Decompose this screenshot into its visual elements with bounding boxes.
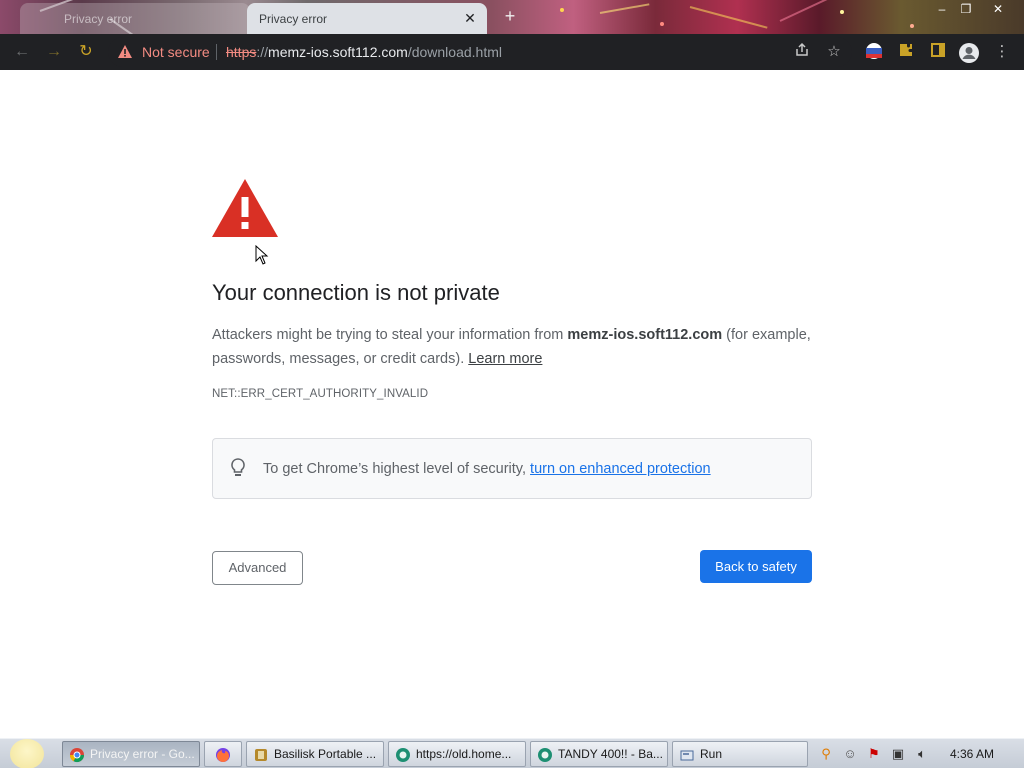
window-close-icon[interactable]: ✕ <box>986 2 1010 16</box>
warning-icon[interactable] <box>118 45 132 58</box>
warning-icon <box>212 179 278 237</box>
browser-icon <box>396 748 410 762</box>
share-icon[interactable] <box>792 42 812 62</box>
taskbar-item-chrome[interactable]: Privacy error - Go... <box>62 741 200 767</box>
screen: Privacy error Privacy error ✕ + – ❐ ✕ ← … <box>0 0 1024 768</box>
network-icon[interactable]: ▣ <box>890 746 906 762</box>
error-code[interactable]: NET::ERR_CERT_AUTHORITY_INVALID <box>212 388 428 400</box>
taskbar-item-label: https://old.home... <box>416 747 512 761</box>
interstitial-page: Your connection is not private Attackers… <box>0 70 1024 738</box>
smiley-start-icon <box>10 739 44 768</box>
security-tip: To get Chrome’s highest level of securit… <box>263 461 711 477</box>
desc-text-start: Attackers might be trying to steal your … <box>212 327 568 343</box>
page-title: Your connection is not private <box>212 280 500 305</box>
enhanced-protection-box: To get Chrome’s highest level of securit… <box>212 438 812 499</box>
taskbar-item-label: TANDY 400!! - Ba... <box>558 747 663 761</box>
close-tab-icon[interactable]: ✕ <box>462 10 478 26</box>
forward-arrow-icon[interactable]: → <box>44 42 64 62</box>
firefox-icon <box>216 748 230 762</box>
desc-hostname: memz-ios.soft112.com <box>567 327 723 343</box>
search-icon[interactable]: ⚲ <box>818 746 834 762</box>
basilisk-icon <box>255 749 267 761</box>
security-alert-icon[interactable]: ⚑ <box>866 746 882 762</box>
profile-flag-icon[interactable] <box>864 42 884 62</box>
url-separator: :// <box>256 44 269 60</box>
tab-strip: Privacy error Privacy error ✕ + – ❐ ✕ <box>0 0 1024 34</box>
url-text[interactable]: https://memz-ios.soft112.com/download.ht… <box>226 44 502 60</box>
chrome-icon <box>69 748 85 763</box>
learn-more-link[interactable]: Learn more <box>468 351 542 367</box>
mouse-cursor-icon <box>255 245 269 265</box>
tab-previous[interactable]: Privacy error <box>20 3 250 34</box>
back-arrow-icon[interactable]: ← <box>12 42 32 62</box>
security-tip-text: To get Chrome’s highest level of securit… <box>263 461 531 477</box>
smiley-tray-icon[interactable]: ☺ <box>842 746 858 762</box>
clock[interactable]: 4:36 AM <box>950 747 994 761</box>
taskbar-item-label: Privacy error - Go... <box>90 747 195 761</box>
tab-privacy-error[interactable]: Privacy error ✕ <box>247 3 487 34</box>
maximize-icon[interactable]: ❐ <box>954 2 978 16</box>
browser-toolbar: ← → ↻ Not secure https://memz-ios.soft11… <box>0 34 1024 70</box>
reload-icon[interactable]: ↻ <box>76 42 96 62</box>
url-path: /download.html <box>407 44 502 60</box>
back-to-safety-button[interactable]: Back to safety <box>700 550 812 583</box>
account-icon[interactable] <box>958 42 979 63</box>
taskbar-item-browser-2[interactable]: TANDY 400!! - Ba... <box>530 741 668 767</box>
url-host: memz-ios.soft112.com <box>268 44 408 60</box>
side-panel-icon[interactable] <box>928 42 948 62</box>
taskbar-item-label: Run <box>700 747 723 761</box>
not-secure-label[interactable]: Not secure <box>142 44 210 60</box>
error-description: Attackers might be trying to steal your … <box>212 323 812 371</box>
start-button[interactable] <box>8 739 48 768</box>
new-tab-icon[interactable]: + <box>500 6 520 26</box>
extensions-icon[interactable] <box>896 42 916 62</box>
taskbar-item-run[interactable]: Run <box>672 741 808 767</box>
advanced-button[interactable]: Advanced <box>212 551 303 585</box>
run-icon <box>680 750 694 761</box>
menu-icon[interactable]: ⋮ <box>992 42 1012 62</box>
taskbar-item-browser-1[interactable]: https://old.home... <box>388 741 526 767</box>
omnibox-divider <box>216 44 217 60</box>
taskbar-item-label: Basilisk Portable ... <box>274 747 377 761</box>
url-scheme: https <box>226 44 257 60</box>
taskbar: Privacy error - Go... Basilisk Portable … <box>0 738 1024 768</box>
browser-icon <box>538 748 552 762</box>
system-tray: ⚲ ☺ ⚑ ▣ 🔈︎ 4:36 AM <box>810 741 1024 767</box>
tab-previous-label: Privacy error <box>64 12 133 26</box>
enhanced-protection-link[interactable]: turn on enhanced protection <box>530 461 711 477</box>
star-icon[interactable]: ☆ <box>824 42 844 62</box>
volume-icon[interactable]: 🔈︎ <box>914 746 930 762</box>
address-bar[interactable]: Not secure https://memz-ios.soft112.com/… <box>108 37 852 67</box>
taskbar-item-basilisk[interactable]: Basilisk Portable ... <box>246 741 384 767</box>
minimize-icon[interactable]: – <box>930 2 954 16</box>
taskbar-item-firefox[interactable] <box>204 741 242 767</box>
lightbulb-icon <box>231 458 245 476</box>
tab-label: Privacy error <box>259 12 328 26</box>
